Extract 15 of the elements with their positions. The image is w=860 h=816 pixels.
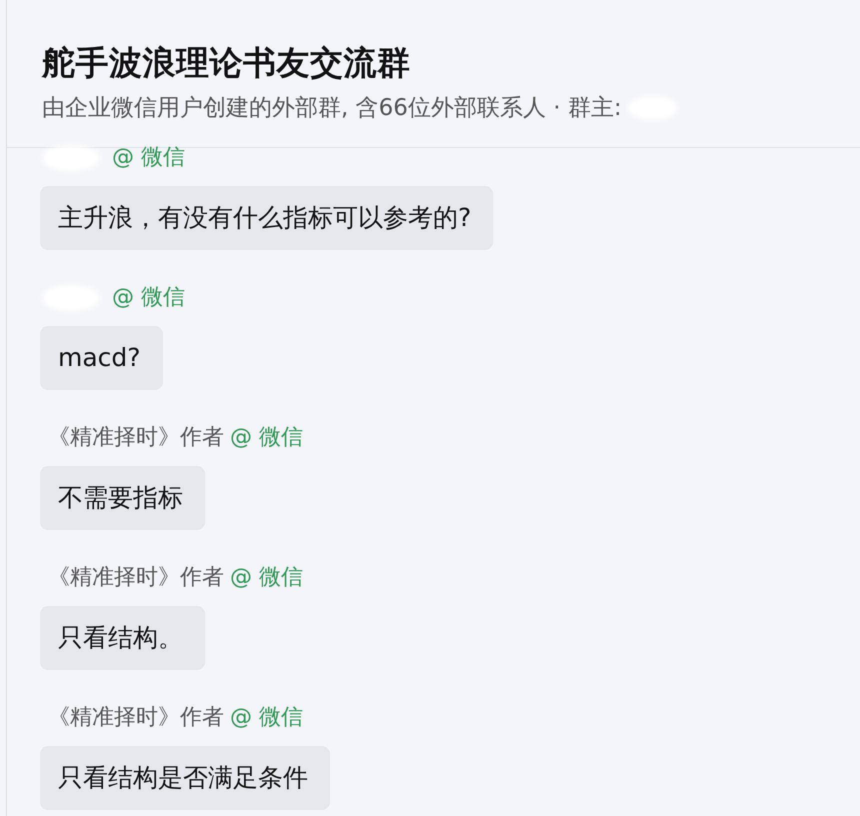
message-bubble: 只看结构。 xyxy=(40,606,205,670)
sender-name: 《精准择时》作者 xyxy=(48,706,224,730)
message-bubble: 不需要指标 xyxy=(40,466,205,530)
sender-name: 《精准择时》作者 xyxy=(48,426,224,450)
sender-source: @ 微信 xyxy=(112,286,185,310)
sender-source: @ 微信 xyxy=(230,426,303,450)
group-description: 由企业微信用户创建的外部群, 含66位外部联系人 · 群主: xyxy=(42,94,622,122)
sender-source: @ 微信 xyxy=(230,706,303,730)
message-bubble: macd? xyxy=(40,326,163,390)
message-bubble: 主升浪，有没有什么指标可以参考的? xyxy=(40,186,494,250)
message-bubble: 只看结构是否满足条件 xyxy=(40,746,330,810)
sender-source: @ 微信 xyxy=(112,146,185,170)
sender-name: 《精准择时》作者 xyxy=(48,566,224,590)
group-title: 舵手波浪理论书友交流群 xyxy=(42,44,410,82)
sender-source: @ 微信 xyxy=(230,566,303,590)
